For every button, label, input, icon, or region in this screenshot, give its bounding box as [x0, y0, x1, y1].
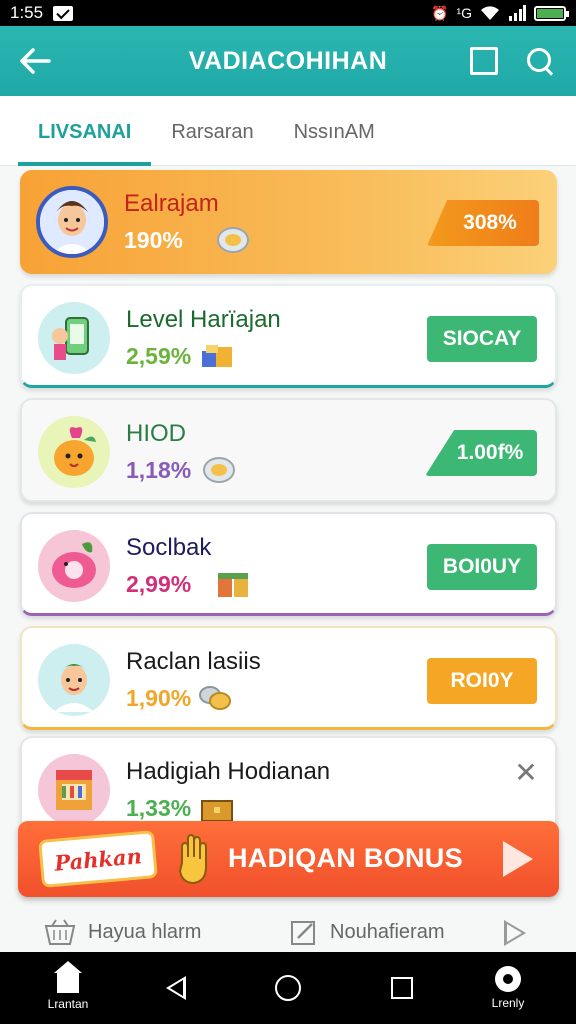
signal-icon	[509, 5, 526, 21]
mail-notification-icon	[53, 5, 74, 21]
tab-rarsaran[interactable]: Rarsaran	[151, 99, 273, 165]
avatar-boy-icon	[36, 186, 108, 258]
item-percent: 1,33%	[126, 795, 192, 821]
jars-icon	[218, 573, 248, 597]
coin-icon	[203, 457, 235, 483]
item-name: Level Harïajan	[126, 306, 281, 333]
wifi-icon	[481, 6, 499, 20]
alarm-icon: ⏰	[431, 4, 449, 21]
arrow-left-icon[interactable]	[0, 26, 70, 96]
piggy-bank-icon	[38, 530, 110, 602]
chest-icon	[201, 800, 233, 822]
close-icon[interactable]: ✕	[511, 756, 541, 789]
tab-nssinam[interactable]: NssınAM	[274, 99, 395, 165]
item-percent: 1,18%	[126, 457, 192, 483]
item-action-button[interactable]: BOI0UY	[427, 544, 537, 590]
item-percent: 2,59%	[126, 343, 192, 369]
footer-link-1[interactable]: Hayua hlarm	[44, 918, 201, 946]
item-action-button[interactable]: ROI0Y	[427, 658, 537, 704]
coins-icon	[199, 686, 231, 710]
nav-right-label: Lrenly	[491, 996, 525, 1010]
nav-circle-button[interactable]	[248, 952, 328, 1024]
nav-home-label: Lrantan	[47, 997, 89, 1011]
list-item[interactable]: Level Harïajan 2,59% SIOCAY	[20, 284, 557, 388]
status-bar: 1:55 ⏰ ¹G	[0, 0, 576, 26]
status-time: 1:55	[10, 3, 44, 22]
nav-right-button[interactable]: Lrenly	[468, 952, 548, 1024]
boxes-icon	[202, 345, 232, 367]
list-item[interactable]: Soclbak 2,99% BOI0UY	[20, 512, 557, 616]
list-item[interactable]: Raclan lasiis 1,90% ROI0Y	[20, 626, 557, 730]
tab-bar: LIVSANAI Rarsaran NssınAM	[0, 96, 576, 166]
battery-icon	[534, 5, 569, 21]
nav-home-button[interactable]: Lrantan	[28, 952, 108, 1024]
item-name: HIOD	[126, 420, 186, 447]
bonus-label: HADIQAN BONUS	[228, 843, 463, 873]
list-item[interactable]: HIOD 1,18% 1.00f%	[20, 398, 557, 502]
next-arrow-icon[interactable]	[504, 920, 526, 946]
home-icon	[54, 961, 82, 993]
footer-link-label: Nouhafieram	[330, 920, 445, 943]
cute-creature-icon	[38, 416, 110, 488]
system-nav-bar: Lrantan Lrenly	[0, 952, 576, 1024]
item-action-label: 308%	[463, 211, 517, 234]
edit-icon	[291, 921, 315, 945]
circle-icon	[275, 975, 301, 1001]
item-percent: 190%	[124, 227, 183, 253]
footer-links: Hayua hlarm Nouhafieram	[0, 912, 576, 952]
network-indicator: ¹G	[456, 5, 472, 21]
play-icon[interactable]	[503, 841, 533, 877]
app-screen: VADIACOHIHAN LIVSANAI Rarsaran NssınAM E…	[0, 26, 576, 952]
back-triangle-icon	[166, 976, 186, 1000]
item-action-label: 1.00f%	[456, 441, 524, 464]
coin-icon	[217, 227, 249, 253]
dot-circle-icon	[495, 966, 521, 992]
item-percent: 1,90%	[126, 685, 192, 711]
bonus-banner[interactable]: Pahkan HADIQAN BONUS	[18, 821, 559, 897]
footer-link-label: Hayua hlarm	[88, 920, 202, 943]
item-action-button[interactable]: SIOCAY	[427, 316, 537, 362]
basket-icon	[44, 919, 76, 945]
nav-recents-button[interactable]	[362, 952, 442, 1024]
list-item[interactable]: Ealrajam 190% 308%	[20, 170, 557, 274]
shop-stall-icon	[38, 754, 110, 826]
avatar-man-icon	[38, 644, 110, 716]
item-name: Ealrajam	[124, 190, 219, 217]
item-percent: 2,99%	[126, 571, 192, 597]
item-name: Soclbak	[126, 534, 212, 561]
hand-icon	[178, 833, 207, 885]
item-name: Raclan lasiis	[126, 648, 261, 675]
item-name: Hadigiah Hodianan	[126, 758, 331, 785]
bonus-badge: Pahkan	[38, 830, 158, 888]
square-icon[interactable]	[470, 47, 498, 75]
item-action-badge[interactable]: 1.00f%	[425, 430, 537, 476]
top-app-bar: VADIACOHIHAN	[0, 26, 576, 96]
tab-livsanai[interactable]: LIVSANAI	[18, 99, 152, 166]
item-action-badge[interactable]: 308%	[427, 200, 539, 246]
recents-square-icon	[391, 977, 413, 999]
footer-link-2[interactable]: Nouhafieram	[290, 918, 445, 946]
phone-character-icon	[38, 302, 110, 374]
search-icon[interactable]	[526, 47, 554, 75]
nav-back-button[interactable]	[136, 952, 216, 1024]
